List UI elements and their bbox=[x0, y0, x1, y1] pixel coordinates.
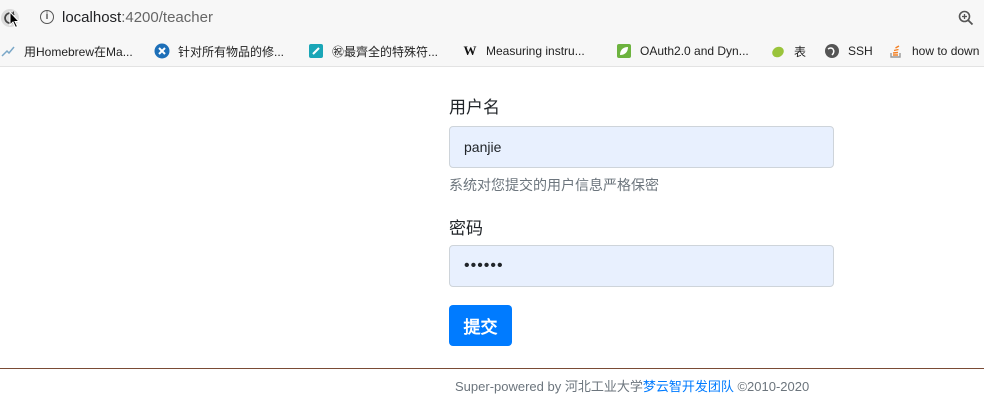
browser-toolbar: i localhost:4200/teacher bbox=[0, 0, 984, 36]
globe-icon bbox=[824, 43, 840, 59]
bookmark-label: 用Homebrew在Ma... bbox=[24, 44, 133, 59]
bookmark-label: 表 bbox=[794, 44, 807, 59]
pear-icon bbox=[770, 43, 786, 59]
footer-suffix: ©2010-2020 bbox=[733, 379, 810, 394]
bookmark-item[interactable]: how to down bbox=[888, 42, 979, 60]
stack-icon bbox=[888, 43, 904, 59]
wikipedia-icon: W bbox=[463, 43, 477, 58]
password-input[interactable]: •••••• bbox=[449, 245, 834, 287]
mouse-cursor-icon bbox=[9, 11, 21, 29]
site-info-icon[interactable]: i bbox=[40, 10, 54, 24]
bookmark-item[interactable]: 针对所有物品的修... bbox=[154, 42, 284, 60]
bookmark-item[interactable]: W Measuring instru... bbox=[462, 42, 585, 60]
bookmark-label: ㊗最齊全的特殊符... bbox=[332, 44, 439, 59]
close-circle-icon bbox=[154, 43, 170, 59]
footer-divider bbox=[0, 368, 984, 369]
bookmark-label: how to down bbox=[912, 44, 980, 58]
bookmark-label: OAuth2.0 and Dyn... bbox=[640, 44, 749, 58]
bookmark-label: Measuring instru... bbox=[486, 44, 585, 58]
password-label: 密码 bbox=[449, 219, 483, 238]
zoom-icon[interactable] bbox=[958, 10, 974, 26]
bookmarks-bar: 用Homebrew在Ma... 针对所有物品的修... ㊗最齊全的特殊符... … bbox=[0, 36, 984, 67]
bookmark-item[interactable]: 表 bbox=[770, 42, 806, 60]
team-link[interactable]: 梦云智开发团队 bbox=[643, 379, 734, 394]
url-host: localhost bbox=[62, 9, 122, 26]
username-input[interactable]: panjie bbox=[449, 126, 834, 168]
bookmark-label: 针对所有物品的修... bbox=[178, 44, 285, 59]
bookmark-label: SSH bbox=[848, 44, 873, 58]
leaf-icon bbox=[616, 43, 632, 59]
address-bar[interactable]: localhost:4200/teacher bbox=[62, 9, 213, 26]
footer-prefix: Super-powered by 河北工业大学 bbox=[455, 379, 643, 394]
tool-icon bbox=[308, 43, 324, 59]
bookmark-item[interactable]: SSH bbox=[824, 42, 873, 60]
username-help-text: 系统对您提交的用户信息严格保密 bbox=[449, 177, 659, 193]
bookmark-item[interactable]: OAuth2.0 and Dyn... bbox=[616, 42, 749, 60]
bookmark-item[interactable]: ㊗最齊全的特殊符... bbox=[308, 42, 438, 60]
bookmark-item[interactable]: 用Homebrew在Ma... bbox=[0, 42, 133, 60]
footer: Super-powered by 河北工业大学梦云智开发团队 ©2010-202… bbox=[455, 376, 809, 395]
username-label: 用户名 bbox=[449, 98, 500, 117]
url-path: :4200/teacher bbox=[121, 9, 213, 26]
brew-icon bbox=[0, 43, 16, 59]
submit-button[interactable]: 提交 bbox=[449, 305, 512, 346]
